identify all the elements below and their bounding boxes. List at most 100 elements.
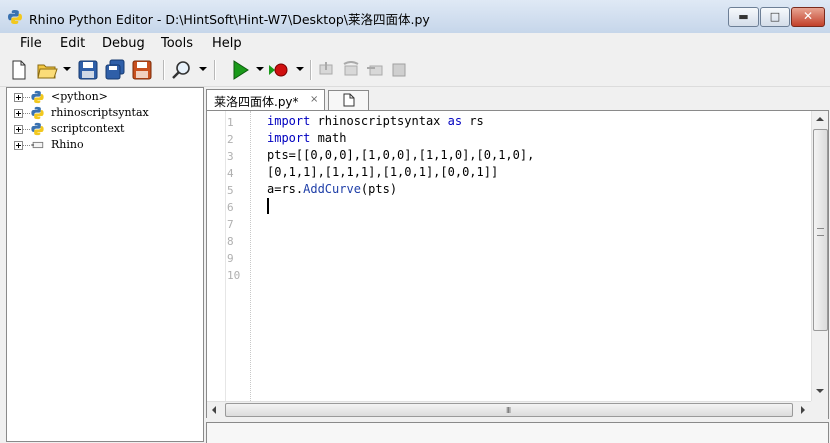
tree-item-python[interactable]: <python> (7, 89, 197, 105)
code-text: (pts) (360, 182, 398, 196)
expand-icon[interactable] (14, 109, 23, 118)
horizontal-scrollbar[interactable]: III (207, 401, 811, 418)
open-dropdown-arrow[interactable] (63, 67, 71, 71)
gutter-divider (225, 111, 226, 401)
text-caret (267, 198, 269, 214)
line-number-gutter: 1 2 3 4 5 6 7 8 9 10 (207, 111, 250, 401)
run-dropdown-arrow[interactable] (256, 67, 264, 71)
run-icon[interactable] (229, 59, 251, 81)
code-text: a=rs. (267, 182, 304, 196)
tree-label: scriptcontext (51, 122, 125, 135)
line-number: 7 (227, 218, 234, 231)
tab-active-file[interactable]: 莱洛四面体.py* × (206, 89, 325, 110)
function-name: AddCurve (303, 182, 361, 196)
code-text: math (310, 131, 347, 145)
save-icon[interactable] (77, 59, 99, 81)
code-editor[interactable]: 1 2 3 4 5 6 7 8 9 10 import rhinoscripts… (206, 110, 829, 419)
python-module-icon (31, 106, 44, 120)
keyword: as (447, 114, 463, 128)
menu-bar: File Edit Debug Tools Help (0, 33, 830, 55)
vertical-scrollbar[interactable] (811, 111, 828, 401)
step-out-icon[interactable] (364, 59, 386, 81)
line-number: 1 (227, 116, 234, 129)
scroll-right-icon[interactable] (801, 406, 805, 414)
horizontal-scroll-thumb[interactable]: III (225, 403, 793, 417)
menu-tools[interactable]: Tools (161, 36, 193, 51)
tree-connector (23, 113, 30, 114)
scroll-left-icon[interactable] (212, 406, 216, 414)
expand-icon[interactable] (14, 93, 23, 102)
close-button[interactable]: ✕ (791, 7, 825, 27)
find-dropdown-arrow[interactable] (199, 67, 207, 71)
fold-margin (250, 111, 251, 401)
save-all-icon[interactable] (104, 59, 126, 81)
code-text: rhinoscriptsyntax (310, 114, 448, 128)
menu-debug[interactable]: Debug (102, 36, 145, 51)
toolbar-separator (310, 60, 312, 80)
tab-strip: 莱洛四面体.py* × (206, 88, 828, 110)
tree-connector (23, 129, 30, 130)
new-file-icon[interactable] (8, 59, 30, 81)
debug-record-icon[interactable] (267, 59, 289, 81)
new-tab-button[interactable] (328, 90, 369, 110)
debug-dropdown-arrow[interactable] (296, 67, 304, 71)
namespace-icon (31, 141, 44, 149)
keyword: import (267, 114, 311, 128)
line-number: 3 (227, 150, 234, 163)
tree-item-rhino[interactable]: Rhino (7, 137, 197, 153)
maximize-button[interactable]: □ (760, 7, 790, 27)
open-folder-icon[interactable] (36, 59, 58, 81)
grip-icon: III (506, 406, 511, 415)
minimize-icon: ▬ (738, 10, 749, 23)
output-panel[interactable] (206, 422, 829, 443)
find-icon[interactable] (171, 59, 193, 81)
vertical-scroll-thumb[interactable] (813, 129, 828, 331)
scroll-down-icon[interactable] (816, 389, 824, 393)
expand-icon[interactable] (14, 141, 23, 150)
tab-label: 莱洛四面体.py* (214, 95, 299, 109)
code-line-5: a=rs.AddCurve(pts) (267, 182, 397, 196)
code-line-4: [0,1,1],[1,1,1],[1,0,1],[0,0,1]] (267, 165, 499, 179)
toolbar-separator (214, 60, 216, 80)
menu-edit[interactable]: Edit (60, 36, 85, 51)
python-app-icon (8, 10, 22, 24)
line-number: 10 (227, 269, 241, 282)
code-text: rs (462, 114, 484, 128)
line-number: 4 (227, 167, 234, 180)
title-bar: Rhino Python Editor - D:\HintSoft\Hint-W… (0, 0, 830, 34)
toolbar (0, 55, 830, 87)
tree-connector (23, 97, 30, 98)
step-over-icon[interactable] (340, 59, 362, 81)
tree-label: <python> (51, 90, 108, 103)
stop-icon[interactable] (388, 59, 410, 81)
tree-item-rhinoscriptsyntax[interactable]: rhinoscriptsyntax (7, 105, 197, 121)
close-icon: ✕ (802, 9, 814, 23)
new-document-icon (343, 93, 355, 107)
scrollbar-corner (811, 401, 828, 418)
step-into-icon[interactable] (316, 59, 338, 81)
expand-icon[interactable] (14, 125, 23, 134)
minimize-button[interactable]: ▬ (728, 7, 759, 27)
tree-label: rhinoscriptsyntax (51, 106, 149, 119)
maximize-icon: □ (769, 10, 781, 23)
keyword: import (267, 131, 311, 145)
code-line-1: import rhinoscriptsyntax as rs (267, 114, 484, 128)
code-line-2: import math (267, 131, 346, 145)
grip-icon (817, 228, 824, 236)
save-as-icon[interactable] (131, 59, 153, 81)
tab-close-icon[interactable]: × (310, 94, 318, 105)
toolbar-separator (163, 60, 165, 80)
tree-label: Rhino (51, 138, 84, 151)
line-number: 2 (227, 133, 234, 146)
module-tree: <python> rhinoscriptsyntax scriptcontext… (6, 87, 204, 442)
line-number: 6 (227, 201, 234, 214)
window-title: Rhino Python Editor - D:\HintSoft\Hint-W… (29, 12, 430, 27)
line-number: 5 (227, 184, 234, 197)
line-number: 8 (227, 235, 234, 248)
tree-item-scriptcontext[interactable]: scriptcontext (7, 121, 197, 137)
menu-file[interactable]: File (20, 36, 42, 51)
scroll-up-icon[interactable] (816, 117, 824, 121)
python-module-icon (31, 90, 44, 104)
code-line-3: pts=[[0,0,0],[1,0,0],[1,1,0],[0,1,0], (267, 148, 535, 162)
menu-help[interactable]: Help (212, 36, 242, 51)
